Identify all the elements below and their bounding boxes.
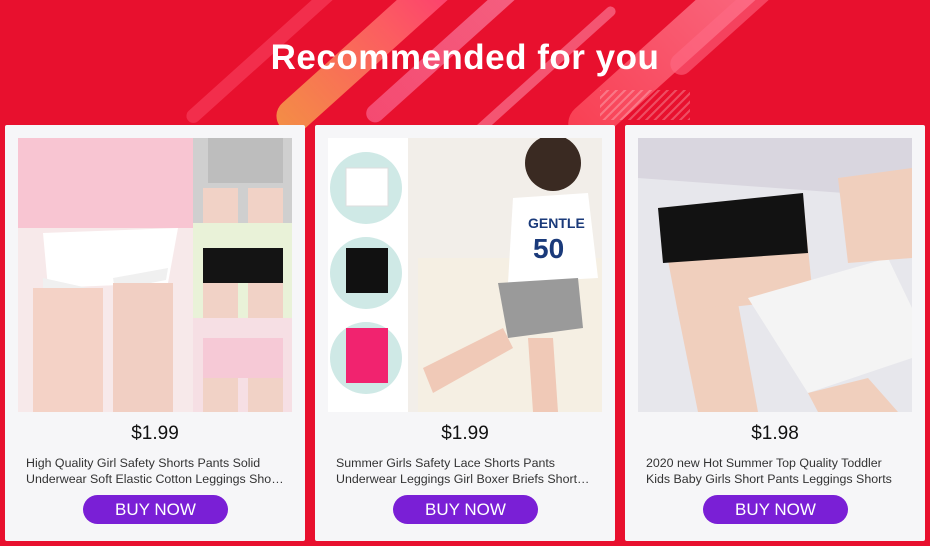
product-price: $1.99 [441, 423, 489, 444]
product-image[interactable]: GENTLE 50 [328, 138, 602, 412]
buy-now-button[interactable]: BUY NOW [703, 495, 848, 524]
product-card[interactable]: GENTLE 50 $1.99 Summer Girls Safety Lace… [315, 125, 615, 541]
product-image[interactable] [638, 138, 912, 412]
product-photo [18, 138, 292, 412]
decor-hatch [600, 90, 690, 120]
product-price: $1.98 [751, 423, 799, 444]
product-card[interactable]: $1.99 High Quality Girl Safety Shorts Pa… [5, 125, 305, 541]
product-name[interactable]: High Quality Girl Safety Shorts Pants So… [26, 456, 286, 487]
product-card[interactable]: $1.98 2020 new Hot Summer Top Quality To… [625, 125, 925, 541]
section-title: Recommended for you [270, 38, 660, 77]
product-name[interactable]: Summer Girls Safety Lace Shorts Pants Un… [336, 456, 596, 487]
product-photo: GENTLE 50 [328, 138, 602, 412]
product-price: $1.99 [131, 423, 179, 444]
svg-text:GENTLE: GENTLE [528, 215, 585, 231]
svg-text:50: 50 [533, 233, 564, 264]
buy-now-button[interactable]: BUY NOW [83, 495, 228, 524]
product-image[interactable] [18, 138, 292, 412]
product-photo [638, 138, 912, 412]
buy-now-button[interactable]: BUY NOW [393, 495, 538, 524]
product-name[interactable]: 2020 new Hot Summer Top Quality Toddler … [646, 456, 906, 487]
